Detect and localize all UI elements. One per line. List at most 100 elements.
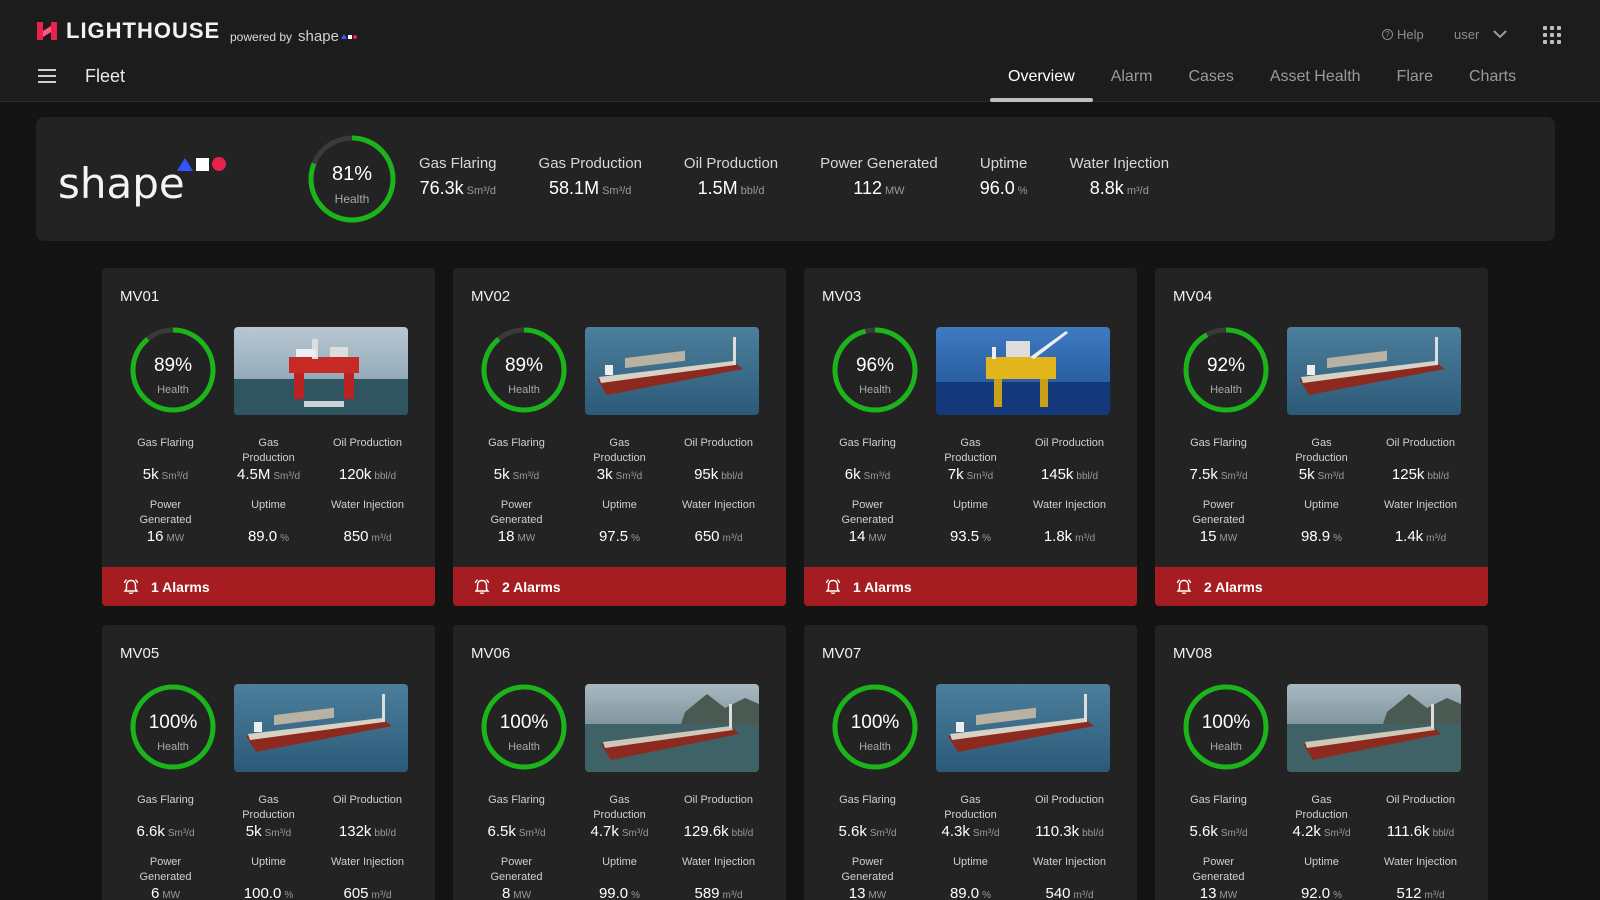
hamburger-menu-icon[interactable] <box>38 69 56 83</box>
metric-unit: Sm³/d <box>966 471 994 482</box>
alarm-bar[interactable]: 2 Alarms <box>1155 567 1488 606</box>
metric-water-injection: Water Injection 605 m³/d <box>312 855 423 900</box>
metric-label: Gas Production <box>593 437 646 464</box>
metric-value: 6 <box>150 885 160 900</box>
asset-health-value: 100% <box>148 712 198 733</box>
brand-name: LIGHTHOUSE <box>66 18 221 43</box>
alarm-bar[interactable]: 2 Alarms <box>453 567 786 606</box>
metric-unit: bbl/d <box>374 471 397 482</box>
asset-card-mv08[interactable]: MV08 100% Health Gas Flaring 5.6k Sm³/d G… <box>1155 625 1488 900</box>
asset-card-mv03[interactable]: MV03 96% Health Gas Flaring 6k Sm³/d Gas … <box>804 268 1137 606</box>
asset-card-mv05[interactable]: MV05 100% Health Gas Flaring 6.6k Sm³/d G… <box>102 625 435 900</box>
metric-uptime: Uptime 100.0% <box>213 855 324 900</box>
metric-unit: m³/d <box>722 890 743 900</box>
metric-label: Gas Flaring <box>839 437 896 449</box>
metric-label: Gas Flaring <box>839 794 896 806</box>
metric-uptime: Uptime 89.0% <box>213 498 324 545</box>
tab-alarm[interactable]: Alarm <box>1111 60 1153 102</box>
asset-health-label: Health <box>157 741 189 753</box>
fleet-summary-panel: shape 81% Health Gas Flaring 76.3k Sm³/d … <box>36 117 1555 241</box>
asset-health-gauge: 100% Health <box>1181 682 1271 772</box>
asset-name: MV02 <box>471 288 511 305</box>
asset-health-value: 100% <box>499 712 549 733</box>
metric-unit: Sm³/d <box>621 828 649 839</box>
metric-value: 7k <box>947 466 964 483</box>
metric-power-generated: Power Generated 14 MW <box>812 498 923 545</box>
alarm-bell-icon <box>1176 578 1192 594</box>
asset-image <box>1287 327 1461 415</box>
asset-card-mv07[interactable]: MV07 100% Health Gas Flaring 5.6k Sm³/d G… <box>804 625 1137 900</box>
metric-unit: % <box>284 890 294 900</box>
alarm-count: 1 Alarms <box>151 578 210 595</box>
metric-value: 120k <box>338 466 372 483</box>
metric-unit: Sm³/d <box>615 471 643 482</box>
metric-unit: % <box>982 533 992 544</box>
kpi-gas-flaring: Gas Flaring 76.3k Sm³/d <box>398 155 518 199</box>
metric-label: Power Generated <box>1192 856 1245 883</box>
metric-label: Water Injection <box>331 856 404 868</box>
metric-label: Water Injection <box>331 499 404 511</box>
fleet-health-gauge: 81% Health <box>306 133 398 225</box>
alarm-bar[interactable]: 1 Alarms <box>102 567 435 606</box>
metric-value: 5k <box>1298 466 1315 483</box>
metric-label: Oil Production <box>683 794 754 806</box>
metric-uptime: Uptime 89.0% <box>915 855 1026 900</box>
metric-label: Gas Production <box>944 437 997 464</box>
asset-health-gauge: 100% Health <box>128 682 218 772</box>
metric-value: 16 <box>146 528 164 545</box>
metric-label: Oil Production <box>683 437 754 449</box>
asset-name: MV04 <box>1173 288 1213 305</box>
metric-value: 4.5M <box>236 466 271 483</box>
asset-image <box>1287 684 1461 772</box>
metric-unit: Sm³/d <box>1323 828 1351 839</box>
metric-value: 6.6k <box>136 823 165 840</box>
metric-unit: % <box>1333 890 1343 900</box>
tab-overview[interactable]: Overview <box>990 60 1093 102</box>
kpi-unit: % <box>1017 185 1028 197</box>
user-menu[interactable]: user <box>1454 27 1508 42</box>
tab-charts[interactable]: Charts <box>1469 60 1516 102</box>
alarm-count: 1 Alarms <box>853 578 912 595</box>
asset-health-value: 92% <box>1206 355 1246 376</box>
asset-card-mv04[interactable]: MV04 92% Health Gas Flaring 7.5k Sm³/d Ga… <box>1155 268 1488 606</box>
metric-value: 540 <box>1045 885 1071 900</box>
help-link[interactable]: ? Help <box>1382 27 1424 42</box>
metric-unit: Sm³/d <box>1220 471 1248 482</box>
metric-unit: Sm³/d <box>167 828 195 839</box>
metric-unit: bbl/d <box>1427 471 1450 482</box>
metric-label: Power Generated <box>841 499 894 526</box>
metric-value: 6k <box>844 466 861 483</box>
metric-label: Uptime <box>1304 499 1339 511</box>
metric-water-injection: Water Injection 589 m³/d <box>663 855 774 900</box>
metric-unit: m³/d <box>1075 533 1096 544</box>
metric-gas-flaring: Gas Flaring 6.5k Sm³/d <box>461 793 572 840</box>
app-grid-icon[interactable] <box>1543 26 1561 44</box>
metric-label: Gas Flaring <box>137 794 194 806</box>
metric-label: Water Injection <box>1033 856 1106 868</box>
brand[interactable]: LIGHTHOUSE <box>34 18 220 44</box>
metric-label: Gas Production <box>1295 437 1348 464</box>
metric-label: Uptime <box>953 856 988 868</box>
tab-asset-health[interactable]: Asset Health <box>1270 60 1361 102</box>
kpi-power-generated: Power Generated 112 MW <box>799 155 959 199</box>
asset-card-mv06[interactable]: MV06 100% Health Gas Flaring 6.5k Sm³/d G… <box>453 625 786 900</box>
alarm-bar[interactable]: 1 Alarms <box>804 567 1137 606</box>
asset-card-mv02[interactable]: MV02 89% Health Gas Flaring 5k Sm³/d Gas … <box>453 268 786 606</box>
asset-health-label: Health <box>1210 741 1242 753</box>
metric-label: Uptime <box>602 856 637 868</box>
metric-label: Gas Flaring <box>488 437 545 449</box>
kpi-value: 112 <box>853 178 882 198</box>
metric-value: 5k <box>245 823 262 840</box>
metric-gas-production: Gas Production 7k Sm³/d <box>915 436 1026 483</box>
metric-unit: bbl/d <box>721 471 743 482</box>
tab-cases[interactable]: Cases <box>1188 60 1233 102</box>
metric-unit: % <box>280 533 290 544</box>
metric-label: Uptime <box>251 856 286 868</box>
metric-label: Power Generated <box>490 499 543 526</box>
metric-uptime: Uptime 98.9% <box>1266 498 1377 545</box>
tab-flare[interactable]: Flare <box>1397 60 1433 102</box>
metric-oil-production: Oil Production 145k bbl/d <box>1014 436 1125 483</box>
asset-card-mv01[interactable]: MV01 89% Health Gas Flaring 5k Sm³/d Gas … <box>102 268 435 606</box>
metric-label: Water Injection <box>1033 499 1106 511</box>
metric-unit: m³/d <box>371 890 392 900</box>
